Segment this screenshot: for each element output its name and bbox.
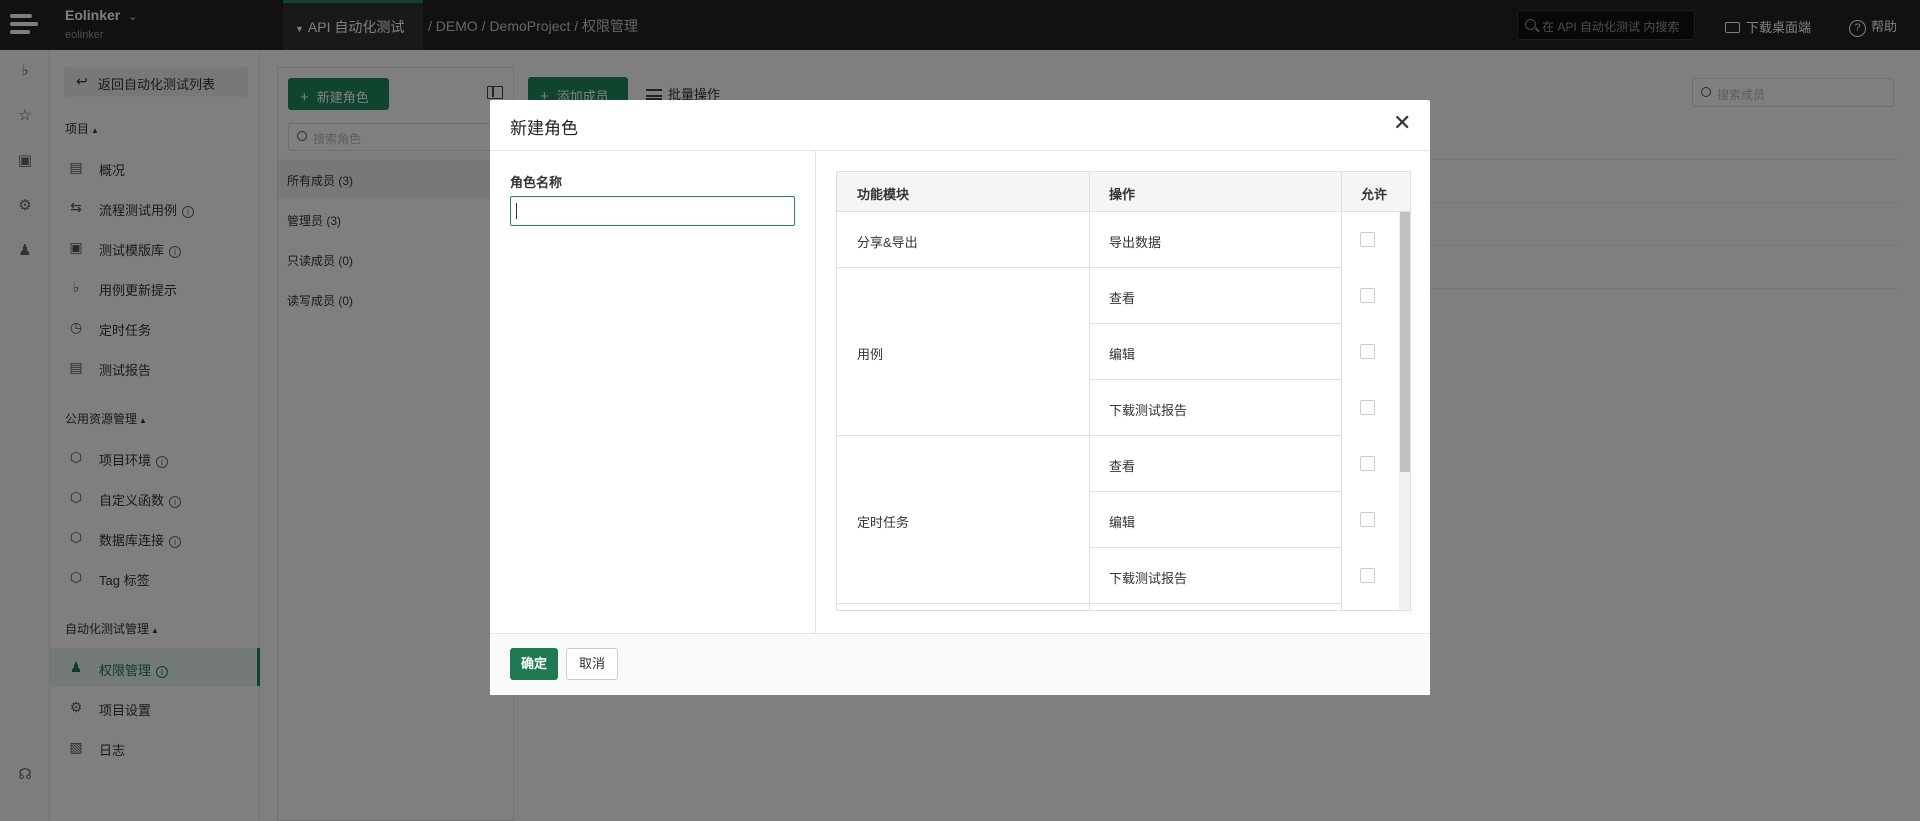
- dialog-footer: 确定 取消: [490, 634, 1430, 695]
- cancel-button[interactable]: 取消: [566, 648, 618, 680]
- module-label: 用例: [857, 347, 884, 362]
- operation-label: 下载测试报告: [1109, 403, 1188, 418]
- allow-checkbox[interactable]: [1360, 512, 1375, 527]
- operation-cell: 编辑: [1089, 324, 1341, 380]
- permission-table: 功能模块 操作 允许 分享&导出 导出数据 用例 查看 编辑 下载测试报告 定时…: [836, 171, 1411, 611]
- header-module: 功能模块: [857, 187, 910, 202]
- operation-cell: 查看: [1089, 436, 1341, 492]
- scrollbar-thumb[interactable]: [1400, 212, 1410, 472]
- table-header: 功能模块 操作 允许: [837, 172, 1410, 212]
- operation-cell: 导出数据: [1089, 212, 1341, 268]
- module-label: 定时任务: [857, 515, 910, 530]
- module-cell: 分享&导出: [837, 212, 1089, 268]
- operation-label: 查看: [1109, 459, 1136, 474]
- text-cursor: [516, 203, 517, 219]
- divider: [490, 150, 1430, 151]
- operation-cell: 下载测试报告: [1089, 548, 1341, 604]
- table-scrollbar[interactable]: [1399, 212, 1410, 610]
- module-label: 分享&导出: [857, 235, 918, 250]
- module-cell: 定时任务: [837, 436, 1089, 604]
- allow-checkbox[interactable]: [1360, 568, 1375, 583]
- role-name-input[interactable]: [510, 196, 795, 226]
- operation-cell: 查看: [1089, 268, 1341, 324]
- allow-checkbox[interactable]: [1360, 288, 1375, 303]
- header-allow: 允许: [1361, 187, 1388, 202]
- operation-label: 查看: [1109, 291, 1136, 306]
- module-cell: 用例: [837, 268, 1089, 436]
- operation-cell: 下载测试报告: [1089, 380, 1341, 436]
- divider: [1341, 172, 1342, 610]
- new-role-dialog: 新建角色 ✕ 角色名称 功能模块 操作 允许 分享&导出 导出数据 用例 查看 …: [490, 100, 1430, 695]
- header-operation: 操作: [1109, 187, 1136, 202]
- operation-label: 编辑: [1109, 515, 1136, 530]
- operation-cell: 编辑: [1089, 492, 1341, 548]
- operation-label: 下载测试报告: [1109, 571, 1188, 586]
- allow-checkbox[interactable]: [1360, 456, 1375, 471]
- operation-label: 编辑: [1109, 347, 1136, 362]
- allow-checkbox[interactable]: [1360, 400, 1375, 415]
- allow-checkbox[interactable]: [1360, 232, 1375, 247]
- confirm-button[interactable]: 确定: [510, 648, 558, 680]
- close-icon[interactable]: ✕: [1393, 112, 1411, 134]
- allow-checkbox[interactable]: [1360, 344, 1375, 359]
- operation-label: 导出数据: [1109, 235, 1162, 250]
- dialog-title: 新建角色: [510, 119, 578, 138]
- role-name-label: 角色名称: [510, 175, 563, 190]
- divider: [815, 151, 816, 633]
